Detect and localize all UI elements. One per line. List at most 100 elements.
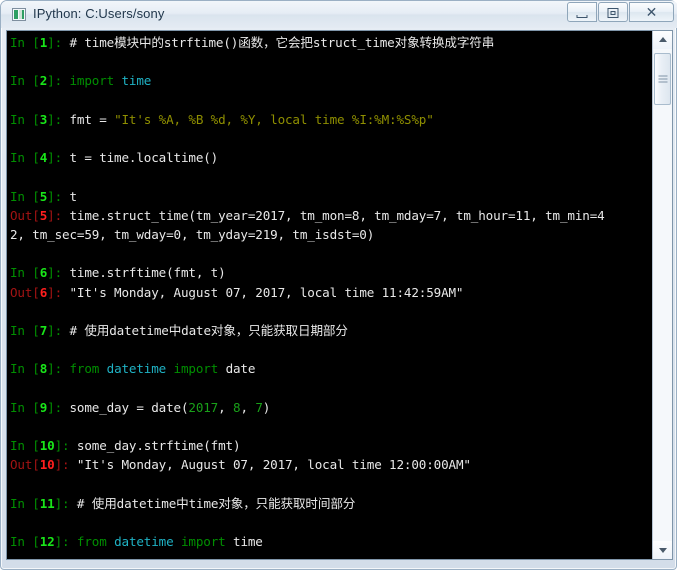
in-prompt: In [1]: xyxy=(10,35,70,50)
prompt-number: 10 xyxy=(39,438,55,454)
out-prompt: Out[5]: xyxy=(10,207,70,223)
console-input-line: In [5]: t xyxy=(10,187,652,206)
console-text: import xyxy=(180,534,226,550)
out-prompt: Out[6]: xyxy=(10,284,70,300)
console-output[interactable]: In [1]: # time 模块中的strftime()函数，它会把struct… xyxy=(7,31,652,559)
scrollbar-track[interactable] xyxy=(653,49,672,541)
console-text: 7 xyxy=(255,399,263,415)
in-prompt: In [8]: xyxy=(10,361,70,377)
console-input-line: In [11]: # 使用datetime中time对象，只能获取时间部分 xyxy=(10,494,652,513)
console-text: time.strftime(fmt, t) xyxy=(69,265,226,281)
console-text: date xyxy=(181,323,211,339)
console-input-line: In [8]: from datetime import date xyxy=(10,359,652,378)
console-text: 使用 xyxy=(91,495,117,511)
console-text: "It's Monday, August 07, 2017, local tim… xyxy=(76,457,471,473)
console-text: some_day.strftime(fmt) xyxy=(76,438,241,454)
console-input-line: In [1]: # time模块中的strftime()函数，它会把struct… xyxy=(10,33,652,52)
console-text: from xyxy=(76,534,107,550)
console-text: import xyxy=(173,361,219,377)
console-text: import xyxy=(69,73,115,89)
console-text: 中 xyxy=(176,495,189,511)
console-text: 中 xyxy=(168,323,182,339)
console-text: datetime xyxy=(114,534,174,550)
console-text: strftime() xyxy=(163,35,239,50)
console-text: , xyxy=(218,399,233,415)
maximize-button[interactable] xyxy=(598,2,628,22)
console-text: "It's Monday, August 07, 2017, local tim… xyxy=(69,284,464,300)
console-text: date xyxy=(218,361,256,377)
console-text: 对象，只能获取时间部分 xyxy=(218,495,356,511)
console-text: 2, tm_sec=59, tm_wday=0, tm_yday=219, tm… xyxy=(10,227,375,243)
console-input-line: In [4]: t = time.localtime() xyxy=(10,148,652,167)
console-text: time.struct_time(tm_year=2017, tm_mon=8,… xyxy=(69,207,605,223)
minimize-button[interactable] xyxy=(567,2,597,22)
in-prompt: In [3]: xyxy=(10,111,70,127)
console-text: # xyxy=(69,35,85,50)
maximize-icon xyxy=(607,8,619,18)
console-text: time xyxy=(188,495,219,511)
grip-icon xyxy=(658,74,667,85)
in-prompt: In [9]: xyxy=(10,399,70,415)
close-button[interactable]: ✕ xyxy=(629,2,674,22)
title-bar[interactable]: IPython: C:Users/sony ✕ xyxy=(1,1,677,28)
console-output-line: Out[10]: "It's Monday, August 07, 2017, … xyxy=(10,455,652,474)
console-text: "It's %A, %B %d, %Y, local time %I:%M:%S… xyxy=(114,111,434,127)
console-text: 对象转换成字符串 xyxy=(394,35,495,50)
console-text: datetime xyxy=(116,495,177,511)
out-prompt: Out[10]: xyxy=(10,457,77,473)
console-text: ) xyxy=(262,399,271,415)
console-input-line: In [9]: some_day = date(2017, 8, 7) xyxy=(10,398,652,417)
console-text: 使用 xyxy=(84,323,110,339)
console-text: fmt = xyxy=(69,111,115,127)
console-text: time xyxy=(225,534,263,550)
console-text: struct_time xyxy=(312,35,395,50)
prompt-number: 11 xyxy=(39,495,55,511)
scroll-up-button[interactable] xyxy=(653,31,672,49)
chevron-down-icon xyxy=(658,548,667,553)
in-prompt: In [5]: xyxy=(10,188,70,204)
window-title: IPython: C:Users/sony xyxy=(33,6,165,21)
console-text: some_day = date( xyxy=(69,399,189,415)
console-scrollbar[interactable] xyxy=(652,31,672,559)
console-text: # xyxy=(69,323,85,339)
minimize-icon xyxy=(576,15,588,18)
in-prompt: In [12]: xyxy=(10,534,77,550)
console-output-line: Out[5]: time.struct_time(tm_year=2017, t… xyxy=(10,206,652,225)
ipython-window: IPython: C:Users/sony ✕ In [1]: # time 模块… xyxy=(0,0,677,570)
in-prompt: In [10]: xyxy=(10,438,77,454)
console-text: time xyxy=(121,73,152,89)
console-text: 函数，它会把 xyxy=(238,35,313,50)
console-input-line: In [12]: from datetime import time xyxy=(10,532,652,551)
window-controls: ✕ xyxy=(566,2,674,22)
console-input-line: In [10]: some_day.strftime(fmt) xyxy=(10,436,652,455)
console-input-line: In [7]: # 使用datetime中date对象，只能获取日期部分 xyxy=(10,321,652,340)
console-text: 对象，只能获取日期部分 xyxy=(210,323,348,339)
console-text: t xyxy=(69,188,77,204)
in-prompt: In [7]: xyxy=(10,323,70,339)
scrollbar-thumb[interactable] xyxy=(654,53,671,105)
console-text: t = time.localtime() xyxy=(69,150,219,166)
scroll-down-button[interactable] xyxy=(653,541,672,559)
console-continuation-line: 2, tm_sec=59, tm_wday=0, tm_yday=219, tm… xyxy=(10,225,652,244)
prompt-number: 10 xyxy=(39,457,55,473)
console-text: datetime xyxy=(109,323,169,339)
console-text: 2017 xyxy=(188,399,219,415)
console-text: 模块中的 xyxy=(114,35,164,50)
chevron-up-icon xyxy=(658,37,667,42)
console-text: from xyxy=(69,361,100,377)
ipython-icon xyxy=(12,8,26,21)
